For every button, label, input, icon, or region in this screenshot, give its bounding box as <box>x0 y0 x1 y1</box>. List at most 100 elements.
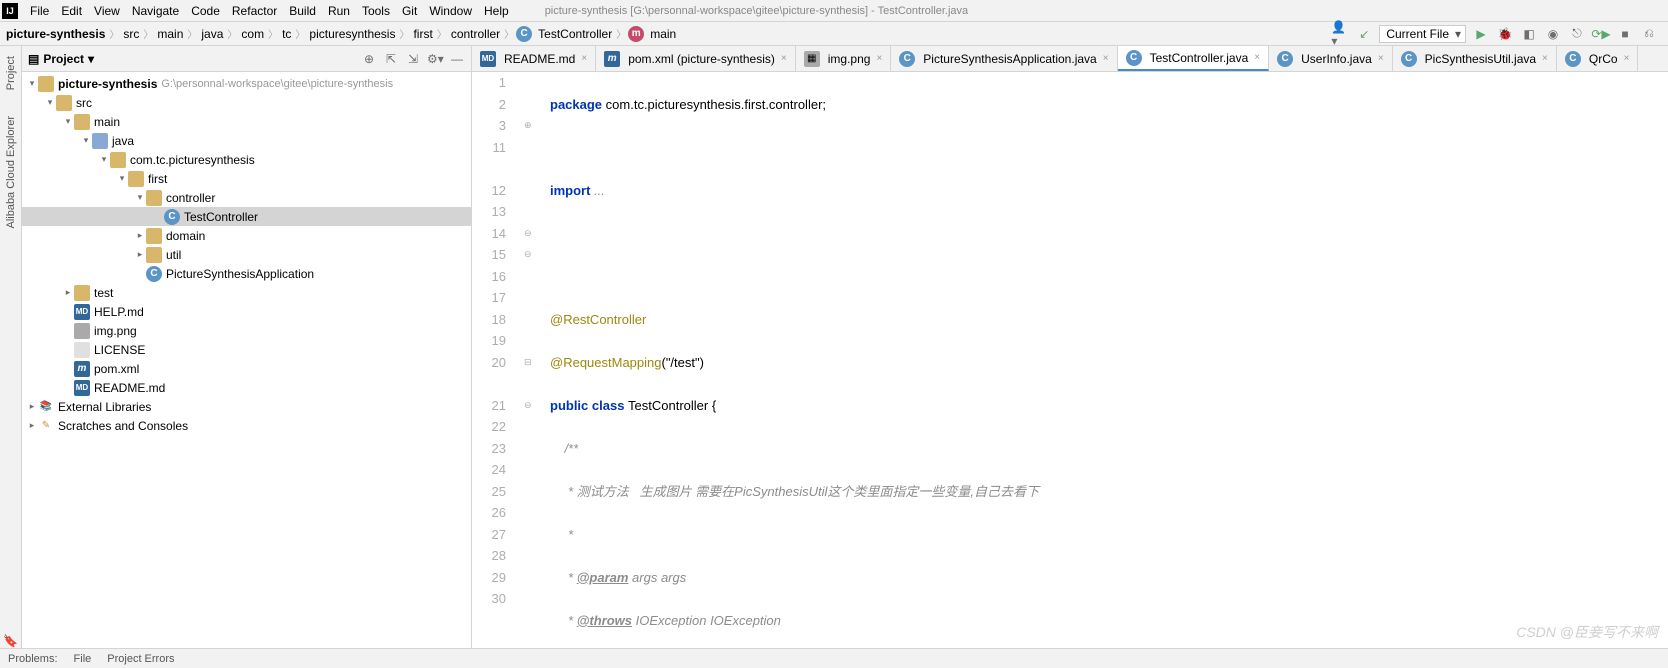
class-icon: C <box>516 26 532 42</box>
profile-icon[interactable]: ◉ <box>1544 25 1562 43</box>
tab-readme-md[interactable]: MDREADME.md× <box>472 46 596 71</box>
alibaba-tool-tab[interactable]: Alibaba Cloud Explorer <box>5 110 17 235</box>
breadcrumb-main[interactable]: main <box>155 26 185 42</box>
tab-picturesynthesisapplication-java[interactable]: C PictureSynthesisApplication.java × <box>891 46 1117 71</box>
tree-node-test[interactable]: ▸test <box>22 283 471 302</box>
debug-icon[interactable]: 🐞 <box>1496 25 1514 43</box>
select-opened-icon[interactable]: ⊕ <box>361 52 377 66</box>
window-title: picture-synthesis [G:\personnal-workspac… <box>545 5 968 17</box>
menu-navigate[interactable]: Navigate <box>126 2 185 20</box>
run-icon[interactable]: ▶ <box>1472 25 1490 43</box>
status-project-errors[interactable]: Project Errors <box>107 653 174 665</box>
tree-node-app[interactable]: CPictureSynthesisApplication <box>22 264 471 283</box>
cls-icon: C <box>1565 51 1581 67</box>
close-icon[interactable]: × <box>1254 52 1260 63</box>
hide-icon[interactable]: — <box>449 52 465 66</box>
tab-userinfo-java[interactable]: CUserInfo.java× <box>1269 46 1393 71</box>
tree-node-package[interactable]: ▾com.tc.picturesynthesis <box>22 150 471 169</box>
project-panel-title[interactable]: ▤ Project ▾ <box>28 52 94 66</box>
rerun-icon[interactable]: ⟳▶ <box>1592 25 1610 43</box>
cls-icon: C <box>1401 51 1417 67</box>
breadcrumb-controller[interactable]: controller <box>449 26 502 42</box>
close-icon[interactable]: × <box>1378 53 1384 64</box>
tree-node-first[interactable]: ▾first <box>22 169 471 188</box>
breadcrumb-picturesynthesis[interactable]: picturesynthesis <box>307 26 397 42</box>
run-config-selector[interactable]: Current File <box>1379 25 1466 43</box>
menu-git[interactable]: Git <box>396 2 423 20</box>
attach-icon[interactable]: ⎋ <box>1568 25 1586 43</box>
tree-node-external[interactable]: ▸📚External Libraries <box>22 397 471 416</box>
tab-label: PictureSynthesisApplication.java <box>923 52 1096 66</box>
tree-node-domain[interactable]: ▸domain <box>22 226 471 245</box>
project-tree[interactable]: ▾picture-synthesisG:\personnal-workspace… <box>22 72 471 648</box>
project-sidebar: ▤ Project ▾ ⊕ ⇱ ⇲ ⚙▾ — ▾picture-synthesi… <box>22 46 472 648</box>
breadcrumb-main[interactable]: main <box>648 26 678 42</box>
breadcrumb-com[interactable]: com <box>239 26 266 42</box>
project-tool-tab[interactable]: Project <box>5 50 17 96</box>
tree-root[interactable]: ▾picture-synthesisG:\personnal-workspace… <box>22 74 471 93</box>
menu-build[interactable]: Build <box>283 2 322 20</box>
back-icon[interactable]: ↙ <box>1355 25 1373 43</box>
menu-help[interactable]: Help <box>478 2 515 20</box>
breadcrumb-TestController[interactable]: TestController <box>536 26 614 42</box>
coverage-icon[interactable]: ◧ <box>1520 25 1538 43</box>
tree-node-main[interactable]: ▾main <box>22 112 471 131</box>
menu-window[interactable]: Window <box>423 2 478 20</box>
cls-icon: C <box>899 51 915 67</box>
tab-img-png[interactable]: ▦img.png× <box>796 46 892 71</box>
tab-pom-xml-picture-synthesis-[interactable]: m pom.xml (picture-synthesis) × <box>596 46 796 71</box>
status-problems[interactable]: Problems: <box>8 653 58 665</box>
collapse-all-icon[interactable]: ⇲ <box>405 52 421 66</box>
close-icon[interactable]: × <box>1542 53 1548 64</box>
fold-gutter[interactable]: ⊕ ⊖⊖ ⊟ ⊖ <box>524 72 542 648</box>
close-icon[interactable]: × <box>1624 53 1630 64</box>
code-content[interactable]: package com.tc.picturesynthesis.first.co… <box>542 72 1668 648</box>
close-icon[interactable]: × <box>781 53 787 64</box>
menu-file[interactable]: File <box>24 2 55 20</box>
menu-run[interactable]: Run <box>322 2 356 20</box>
status-file[interactable]: File <box>74 653 92 665</box>
method-icon: m <box>628 26 644 42</box>
line-gutter: 1231112131415161718192021222324252627282… <box>472 72 524 648</box>
menu-code[interactable]: Code <box>185 2 226 20</box>
tree-node-controller[interactable]: ▾controller <box>22 188 471 207</box>
breadcrumb-tc[interactable]: tc <box>280 26 293 42</box>
stop-icon[interactable]: ■ <box>1616 25 1634 43</box>
tree-node-src[interactable]: ▾src <box>22 93 471 112</box>
tab-qrco[interactable]: C QrCo × <box>1557 46 1639 71</box>
tree-node-util[interactable]: ▸util <box>22 245 471 264</box>
settings-icon[interactable]: ⚙▾ <box>427 52 443 66</box>
tree-node-license[interactable]: LICENSE <box>22 340 471 359</box>
tree-node-java[interactable]: ▾java <box>22 131 471 150</box>
breadcrumb-java[interactable]: java <box>199 26 225 42</box>
close-icon[interactable]: × <box>876 53 882 64</box>
menu-refactor[interactable]: Refactor <box>226 2 283 20</box>
tree-node-testcontroller[interactable]: CTestController <box>22 207 471 226</box>
navigation-bar: picture-synthesis〉src〉main〉java〉com〉tc〉p… <box>0 22 1668 46</box>
tree-node-help[interactable]: MDHELP.md <box>22 302 471 321</box>
tree-node-readme[interactable]: MDREADME.md <box>22 378 471 397</box>
menu-view[interactable]: View <box>88 2 126 20</box>
menu-tools[interactable]: Tools <box>356 2 396 20</box>
tab-label: pom.xml (picture-synthesis) <box>628 52 775 66</box>
breadcrumb-picture-synthesis[interactable]: picture-synthesis <box>4 26 107 42</box>
menu-edit[interactable]: Edit <box>55 2 88 20</box>
tab-picsynthesisutil-java[interactable]: CPicSynthesisUtil.java× <box>1393 46 1557 71</box>
project-panel-header: ▤ Project ▾ ⊕ ⇱ ⇲ ⚙▾ — <box>22 46 471 72</box>
breadcrumb-first[interactable]: first <box>411 26 434 42</box>
tree-node-scratches[interactable]: ▸✎Scratches and Consoles <box>22 416 471 435</box>
m-icon: m <box>604 51 620 67</box>
tree-node-pom[interactable]: mpom.xml <box>22 359 471 378</box>
tree-node-imgpng[interactable]: img.png <box>22 321 471 340</box>
tab-testcontroller-java[interactable]: CTestController.java× <box>1118 46 1270 71</box>
tab-label: TestController.java <box>1150 51 1249 65</box>
close-icon[interactable]: × <box>581 53 587 64</box>
user-icon[interactable]: 👤▾ <box>1331 25 1349 43</box>
code-editor[interactable]: 1231112131415161718192021222324252627282… <box>472 72 1668 648</box>
breadcrumb-src[interactable]: src <box>121 26 141 42</box>
tab-label: QrCo <box>1589 52 1618 66</box>
expand-all-icon[interactable]: ⇱ <box>383 52 399 66</box>
git-icon[interactable]: ⎌ <box>1640 25 1658 43</box>
bookmark-icon[interactable]: 🔖 <box>3 634 18 648</box>
close-icon[interactable]: × <box>1103 53 1109 64</box>
